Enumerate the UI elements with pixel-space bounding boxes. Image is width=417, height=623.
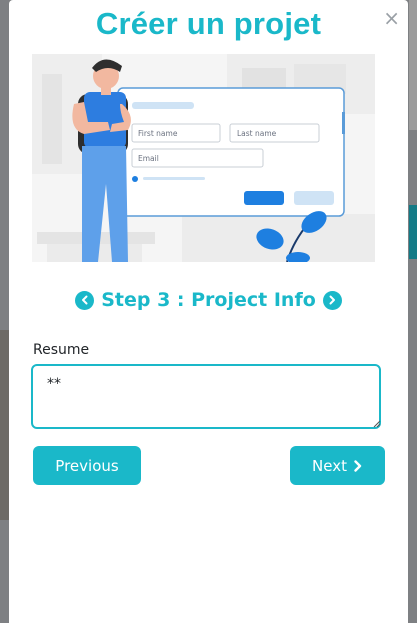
illustration-svg: First name Last name Email	[32, 54, 375, 262]
background-fragment	[409, 0, 417, 130]
step-indicator: Step 3 : Project Info	[9, 286, 408, 314]
previous-button[interactable]: Previous	[33, 446, 141, 485]
chevron-left-circle-icon[interactable]	[75, 290, 95, 310]
create-project-modal: × Créer un projet First name Last name E…	[9, 0, 408, 623]
chevron-right-circle-icon[interactable]	[322, 290, 342, 310]
background-fragment	[409, 205, 417, 259]
background-fragment	[0, 330, 9, 520]
email-placeholder: Email	[138, 154, 159, 163]
next-button-label: Next	[312, 456, 347, 475]
first-name-placeholder: First name	[138, 129, 178, 138]
chevron-right-icon	[354, 459, 362, 472]
resize-handle-icon[interactable]	[373, 420, 381, 428]
last-name-placeholder: Last name	[237, 129, 277, 138]
modal-title: Créer un projet	[95, 6, 322, 41]
next-button[interactable]: Next	[290, 446, 385, 485]
step-title: Step 3 : Project Info	[101, 289, 316, 311]
previous-button-label: Previous	[55, 456, 119, 475]
form-illustration: First name Last name Email	[32, 54, 375, 262]
resume-textarea[interactable]: **	[31, 364, 381, 429]
resume-label: Resume	[33, 342, 90, 358]
